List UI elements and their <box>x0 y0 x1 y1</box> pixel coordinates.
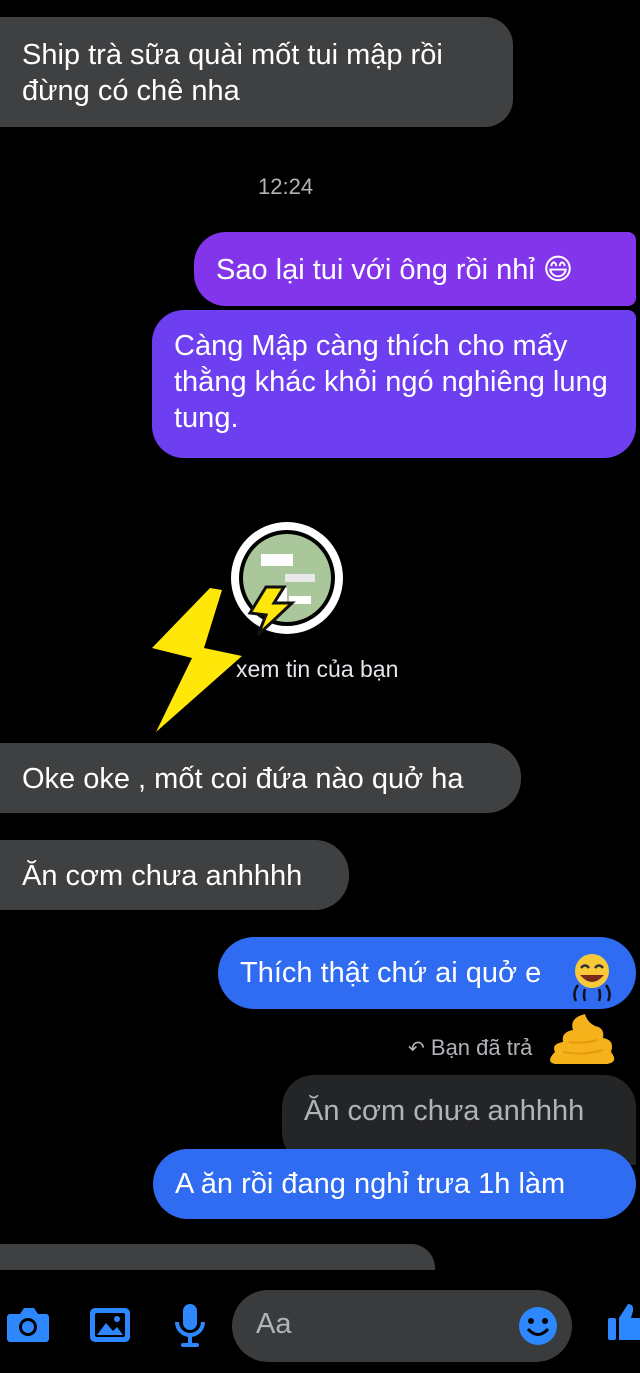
timestamp: 12:24 <box>258 174 314 199</box>
message-text: Càng Mập càng thích cho mấy thằng khác k… <box>174 330 608 434</box>
emoji-icon[interactable] <box>518 1306 558 1346</box>
message-text: Thích thật chứ ai quở e <box>240 957 542 989</box>
message-text: A ăn rồi đang nghỉ trưa 1h làm <box>175 1168 566 1200</box>
incoming-message[interactable]: Ship trà sữa quài mốt tui mập rồi đừng c… <box>0 17 513 127</box>
message-input[interactable]: Aa <box>232 1290 572 1362</box>
story-caption: xem tin của bạn <box>236 656 399 682</box>
incoming-message[interactable]: Oke oke , mốt coi đứa nào quở ha <box>0 743 521 813</box>
reply-label: Bạn đã trả <box>430 1035 533 1060</box>
incoming-message[interactable]: Ăn cơm chưa anhhhh <box>0 840 349 910</box>
outgoing-message[interactable]: Sao lại tui với ông rồi nhỉ 😄 <box>194 232 636 306</box>
lightning-sticker <box>152 588 242 732</box>
quoted-text: Ăn cơm chưa anhhhh <box>304 1095 585 1127</box>
input-placeholder: Aa <box>256 1308 292 1340</box>
message-text: Sao lại tui với ông rồi nhỉ 😄 <box>216 254 574 286</box>
incoming-message-partial[interactable] <box>0 1244 435 1270</box>
microphone-icon[interactable] <box>172 1302 208 1348</box>
message-text: Ship trà sữa quài mốt tui mập rồi đừng c… <box>22 39 443 107</box>
poop-emoji-icon <box>550 1014 615 1064</box>
laughing-emoji-icon <box>573 954 611 1002</box>
camera-icon[interactable] <box>6 1306 50 1344</box>
gallery-icon[interactable] <box>88 1306 132 1344</box>
reply-indicator: ↶ Bạn đã trả <box>408 1035 532 1061</box>
reply-arrow-icon: ↶ <box>408 1038 425 1060</box>
lightning-icon <box>247 585 296 637</box>
outgoing-message[interactable]: Càng Mập càng thích cho mấy thằng khác k… <box>152 310 636 458</box>
message-text: Oke oke , mốt coi đứa nào quở ha <box>22 763 464 795</box>
outgoing-message[interactable]: A ăn rồi đang nghỉ trưa 1h làm <box>153 1149 636 1219</box>
message-text: Ăn cơm chưa anhhhh <box>22 860 303 892</box>
like-icon[interactable] <box>606 1300 640 1344</box>
